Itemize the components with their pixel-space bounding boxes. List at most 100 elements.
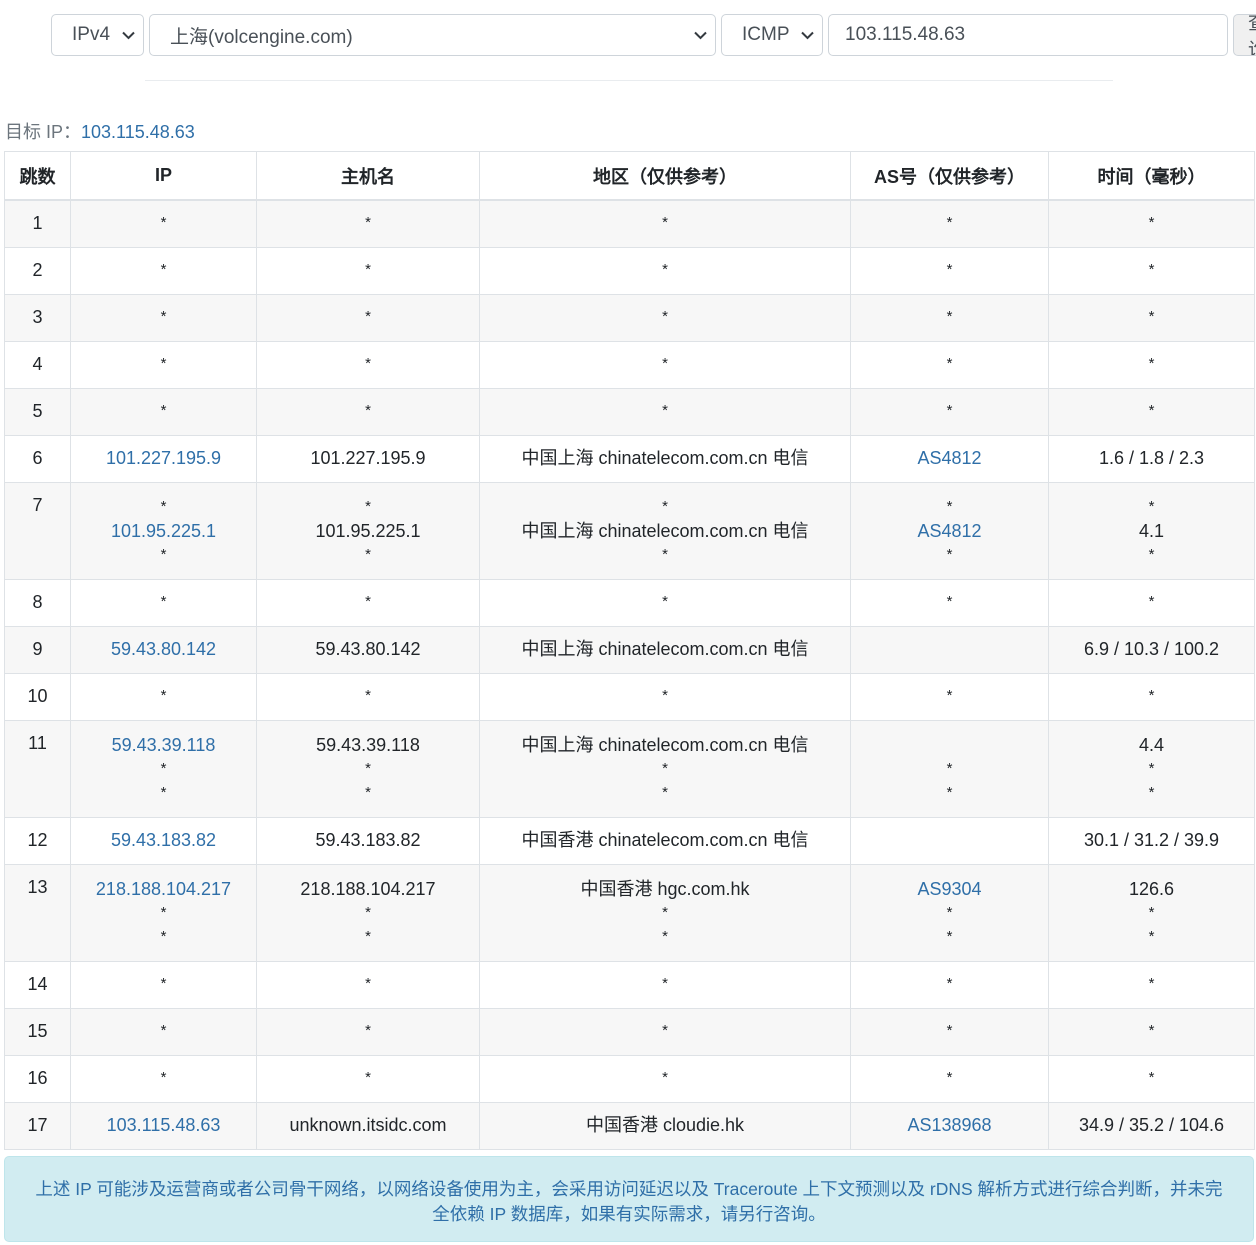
region-value: 中国香港 chinatelecom.com.cn 电信 <box>521 830 809 850</box>
hop-number: 14 <box>27 974 48 994</box>
region-cell: 中国香港 chinatelecom.com.cn 电信 <box>479 817 851 865</box>
as-link[interactable]: AS138968 <box>907 1113 991 1137</box>
protocol-select[interactable]: ICMP <box>721 14 823 56</box>
as-value: * <box>946 784 953 801</box>
region-value: * <box>662 928 668 945</box>
target-input[interactable]: 103.115.48.63 <box>828 14 1228 56</box>
host-cell: * <box>256 247 480 295</box>
host-value: * <box>365 498 371 515</box>
table-row: 4 * * * * * <box>4 341 1255 389</box>
ip-link[interactable]: 103.115.48.63 <box>107 1113 221 1137</box>
hop-cell: 1 <box>4 199 71 248</box>
region-cell: * <box>479 673 851 721</box>
time-cell: 1.6 / 1.8 / 2.3 <box>1048 435 1255 483</box>
ip-value: * <box>160 784 167 801</box>
hop-number: 6 <box>32 448 43 468</box>
header-time: 时间（毫秒） <box>1048 151 1255 201</box>
time-cell: * <box>1048 1055 1255 1103</box>
ip-value: * <box>160 928 167 945</box>
header-hop: 跳数 <box>4 151 71 201</box>
table-row: 16 * * * * * <box>4 1055 1255 1103</box>
host-value: 59.43.80.142 <box>315 639 421 659</box>
hop-cell: 16 <box>4 1055 71 1103</box>
as-cell <box>850 817 1049 865</box>
header-ip: IP <box>70 151 257 201</box>
region-cell: * <box>479 199 851 248</box>
as-cell <box>850 626 1049 674</box>
region-value: * <box>662 687 668 704</box>
as-link[interactable]: AS9304 <box>917 877 981 901</box>
ip-version-value: IPv4 <box>72 24 111 45</box>
region-value: * <box>662 975 668 992</box>
time-cell: 30.1 / 31.2 / 39.9 <box>1048 817 1255 865</box>
table-row: 15 * * * * * <box>4 1008 1255 1056</box>
ip-cell: * <box>70 341 257 389</box>
as-value: * <box>946 904 953 921</box>
node-select[interactable]: 上海(volcengine.com) <box>149 14 716 56</box>
hop-number: 2 <box>32 260 43 280</box>
host-value: * <box>365 214 371 231</box>
region-cell: * <box>479 1008 851 1056</box>
ip-version-select[interactable]: IPv4 <box>51 14 144 56</box>
table-row: 5 * * * * * <box>4 388 1255 436</box>
hop-cell: 12 <box>4 817 71 865</box>
ip-cell: 101.227.195.9 <box>70 435 257 483</box>
table-row: 3 * * * * * <box>4 294 1255 342</box>
table-row: 7 * 101.95.225.1 * * 101.95.225.1 * * 中国上海 china… <box>4 482 1255 580</box>
time-value: * <box>1148 546 1155 563</box>
as-cell: * <box>850 673 1049 721</box>
region-cell: 中国香港 hgc.com.hk * * <box>479 864 851 962</box>
target-ip-value: 103.115.48.63 <box>81 122 195 142</box>
time-value: * <box>1148 928 1155 945</box>
time-value: * <box>1148 904 1155 921</box>
target-ip-line: 目标 IP：103.115.48.63 <box>5 118 195 144</box>
time-value: 126.6 <box>1128 879 1175 899</box>
ip-cell: 59.43.39.118 * * <box>70 720 257 818</box>
chevron-down-icon <box>792 31 822 40</box>
as-cell: * <box>850 579 1049 627</box>
hop-cell: 7 <box>4 482 71 580</box>
region-value: * <box>662 1022 668 1039</box>
query-button[interactable]: 查询 <box>1233 14 1256 56</box>
ip-link[interactable]: 59.43.39.118 <box>112 733 216 757</box>
as-cell: AS138968 <box>850 1102 1049 1150</box>
as-link[interactable]: AS4812 <box>917 446 981 470</box>
ip-cell: * <box>70 961 257 1009</box>
as-value: * <box>946 308 953 325</box>
time-cell: 4.4 * * <box>1048 720 1255 818</box>
ip-link[interactable]: 218.188.104.217 <box>96 877 231 901</box>
as-link[interactable]: AS4812 <box>917 519 981 543</box>
region-cell: * <box>479 961 851 1009</box>
ip-link[interactable]: 101.227.195.9 <box>106 446 221 470</box>
time-value: * <box>1148 784 1155 801</box>
time-value: * <box>1148 975 1155 992</box>
hop-cell: 2 <box>4 247 71 295</box>
ip-link[interactable]: 101.95.225.1 <box>111 519 216 543</box>
ip-value: * <box>160 904 167 921</box>
ip-link[interactable]: 59.43.80.142 <box>111 637 216 661</box>
time-value: * <box>1148 355 1155 372</box>
host-value: * <box>365 308 371 325</box>
ip-cell: 59.43.80.142 <box>70 626 257 674</box>
as-cell: * <box>850 294 1049 342</box>
as-value: * <box>946 498 953 515</box>
ip-link[interactable]: 59.43.183.82 <box>111 828 216 852</box>
time-value: 4.4 <box>1138 735 1165 755</box>
table-row: 10 * * * * * <box>4 673 1255 721</box>
notice-alert: 上述 IP 可能涉及运营商或者公司骨干网络，以网络设备使用为主，会采用访问延迟以… <box>4 1156 1254 1242</box>
time-value: * <box>1148 1022 1155 1039</box>
as-cell: * <box>850 341 1049 389</box>
table-row: 8 * * * * * <box>4 579 1255 627</box>
host-cell: 218.188.104.217 * * <box>256 864 480 962</box>
as-value: * <box>946 928 953 945</box>
host-cell: * <box>256 1055 480 1103</box>
host-cell: 59.43.39.118 * * <box>256 720 480 818</box>
as-cell: * <box>850 247 1049 295</box>
host-cell: * <box>256 294 480 342</box>
region-value: * <box>662 784 668 801</box>
as-cell: * <box>850 1008 1049 1056</box>
hop-cell: 5 <box>4 388 71 436</box>
region-cell: 中国上海 chinatelecom.com.cn 电信 <box>479 435 851 483</box>
host-cell: * <box>256 961 480 1009</box>
time-value: * <box>1148 261 1155 278</box>
